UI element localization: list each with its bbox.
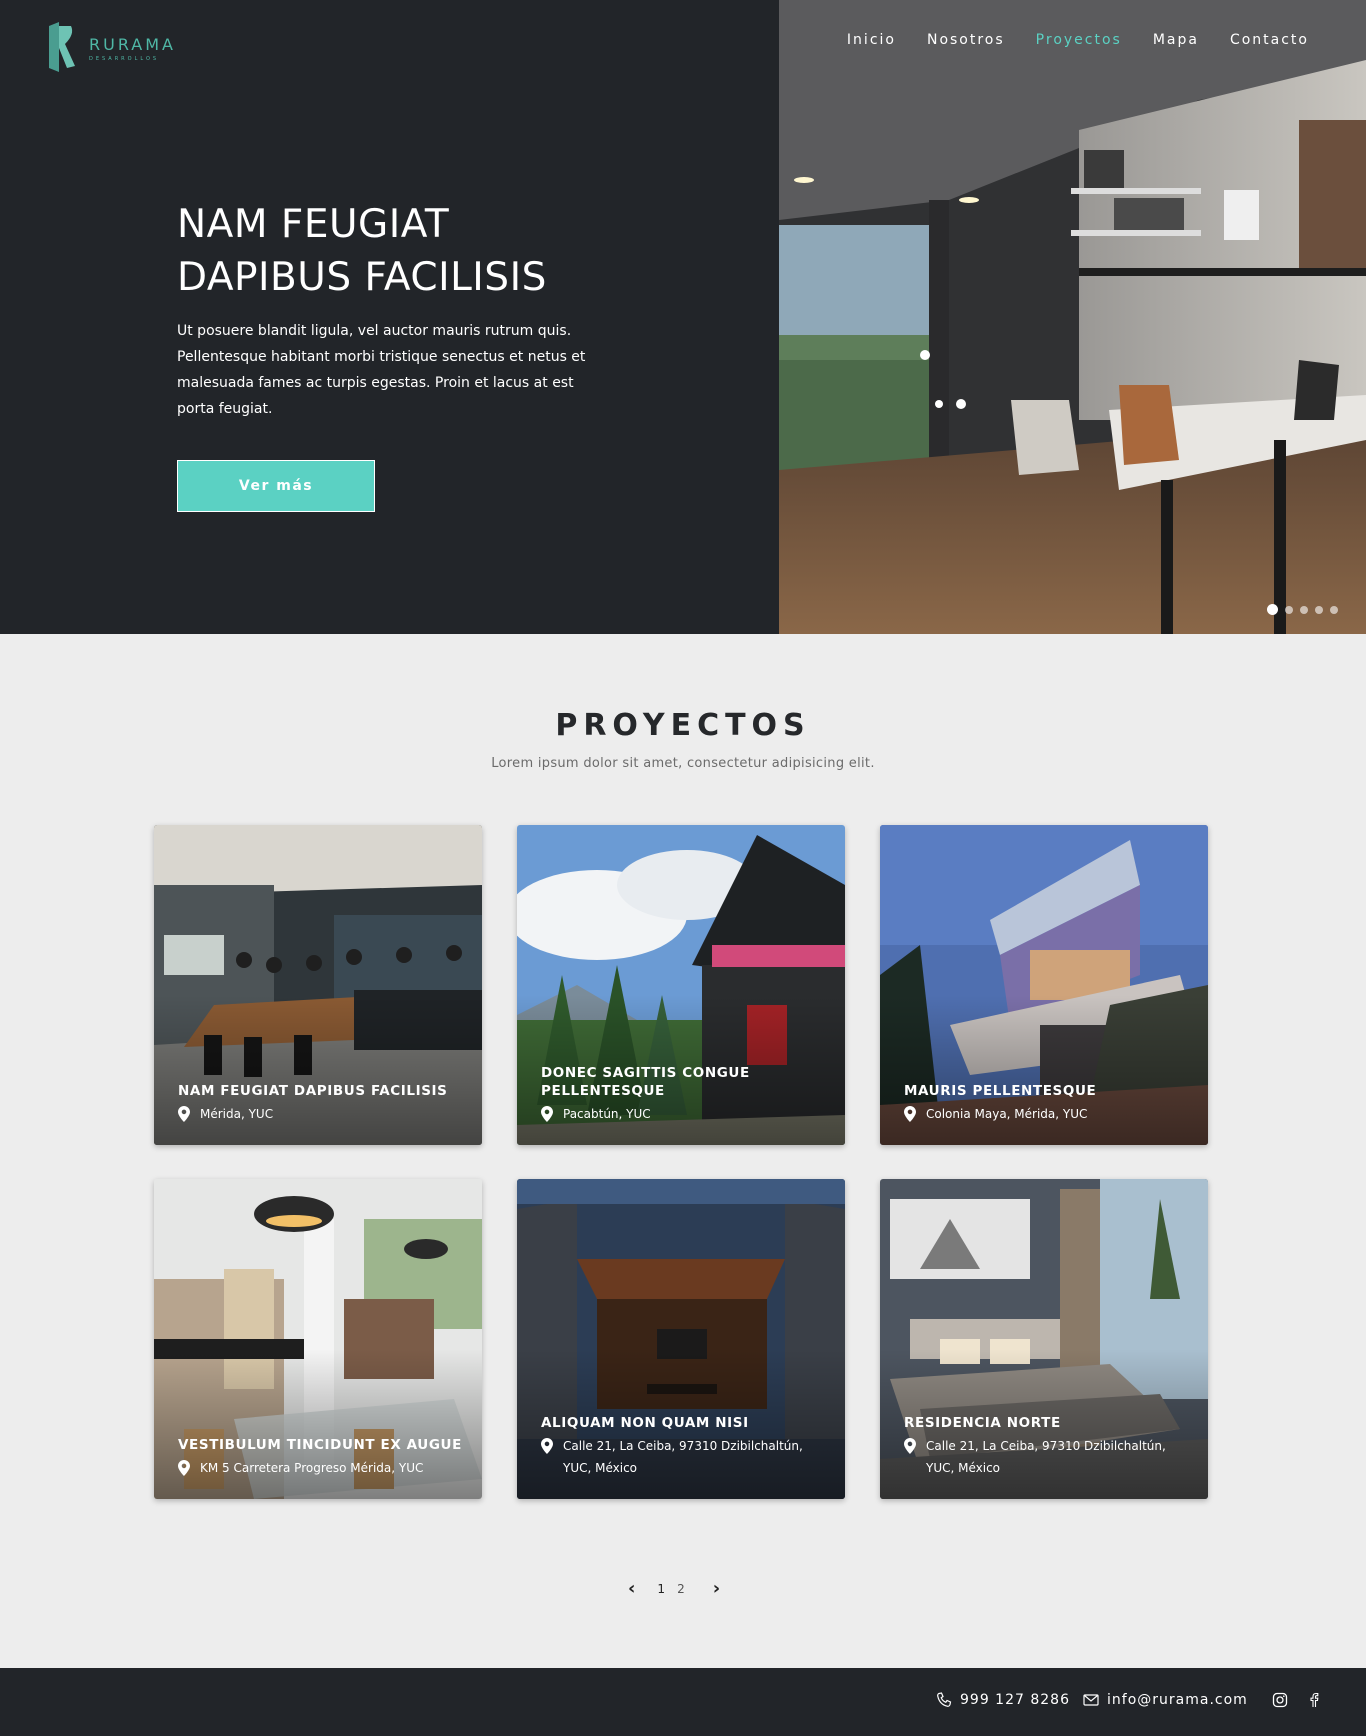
- footer: 999 127 8286 info@rurama.com: [0, 1668, 1366, 1736]
- phone-icon: [937, 1692, 952, 1707]
- project-card[interactable]: DONEC SAGITTIS CONGUE PELLENTESQUE Pacab…: [517, 825, 845, 1145]
- project-card[interactable]: NAM FEUGIAT DAPIBUS FACILISIS Mérida, YU…: [154, 825, 482, 1145]
- hero-section: RURAMA DESARROLLOS Inicio Nosotros Proye…: [0, 0, 1366, 634]
- card-location: Colonia Maya, Mérida, YUC: [904, 1103, 1188, 1125]
- card-title: RESIDENCIA NORTE: [904, 1415, 1061, 1431]
- card-location: Calle 21, La Ceiba, 97310 Dzibilchaltún,…: [904, 1435, 1188, 1479]
- card-info: VESTIBULUM TINCIDUNT EX AUGUE KM 5 Carre…: [178, 1436, 462, 1479]
- card-location-text: KM 5 Carretera Progreso Mérida, YUC: [200, 1461, 424, 1475]
- project-card[interactable]: VESTIBULUM TINCIDUNT EX AUGUE KM 5 Carre…: [154, 1179, 482, 1499]
- hero-panel: [0, 0, 779, 634]
- card-title: ALIQUAM NON QUAM NISI: [541, 1415, 749, 1431]
- slider-dot-1[interactable]: [1267, 604, 1278, 615]
- card-title: NAM FEUGIAT DAPIBUS FACILISIS: [178, 1083, 448, 1099]
- facebook-icon: [1310, 1692, 1319, 1707]
- nav-item-contacto[interactable]: Contacto: [1230, 32, 1309, 48]
- facebook-link[interactable]: [1306, 1692, 1330, 1708]
- hero-title-line-1: NAM FEUGIAT: [177, 202, 450, 247]
- ver-mas-button[interactable]: Ver más: [177, 460, 375, 512]
- nav-item-nosotros[interactable]: Nosotros: [927, 32, 1005, 48]
- hero-title-line-2: DAPIBUS FACILISIS: [177, 255, 547, 300]
- instagram-link[interactable]: [1272, 1692, 1296, 1708]
- nav-item-inicio[interactable]: Inicio: [847, 32, 896, 48]
- location-pin-icon: [541, 1106, 553, 1122]
- footer-email[interactable]: info@rurama.com: [1083, 1692, 1248, 1708]
- card-info: NAM FEUGIAT DAPIBUS FACILISIS Mérida, YU…: [178, 1082, 462, 1125]
- card-location-text: Pacabtún, YUC: [563, 1107, 651, 1121]
- location-pin-icon: [178, 1106, 190, 1122]
- footer-phone[interactable]: 999 127 8286: [936, 1692, 1070, 1708]
- page-1-link[interactable]: 1: [657, 1582, 665, 1596]
- card-info: DONEC SAGITTIS CONGUE PELLENTESQUE Pacab…: [541, 1064, 825, 1125]
- instagram-icon: [1272, 1692, 1288, 1708]
- section-subtitle: Lorem ipsum dolor sit amet, consectetur …: [491, 756, 875, 771]
- project-card[interactable]: MAURIS PELLENTESQUE Colonia Maya, Mérida…: [880, 825, 1208, 1145]
- hero-title: NAM FEUGIAT DAPIBUS FACILISIS: [177, 198, 697, 304]
- card-location-text: Mérida, YUC: [200, 1107, 274, 1121]
- footer-phone-text: 999 127 8286: [960, 1692, 1070, 1708]
- project-card[interactable]: ALIQUAM NON QUAM NISI Calle 21, La Ceiba…: [517, 1179, 845, 1499]
- main-nav: Inicio Nosotros Proyectos Mapa Contacto: [847, 32, 1309, 48]
- slider-dots: [1267, 604, 1338, 615]
- location-pin-icon: [904, 1106, 916, 1122]
- page-2-link[interactable]: 2: [677, 1582, 685, 1596]
- slider-dot-2[interactable]: [1285, 605, 1293, 614]
- brand-tagline: DESARROLLOS: [89, 55, 160, 62]
- card-info: MAURIS PELLENTESQUE Colonia Maya, Mérida…: [904, 1082, 1188, 1125]
- footer-email-text: info@rurama.com: [1107, 1692, 1248, 1708]
- card-title: DONEC SAGITTIS CONGUE PELLENTESQUE: [541, 1065, 750, 1099]
- section-title: PROYECTOS: [555, 708, 811, 743]
- prev-page-button[interactable]: ‹: [628, 1578, 635, 1599]
- card-info: ALIQUAM NON QUAM NISI Calle 21, La Ceiba…: [541, 1414, 825, 1479]
- pagination: ‹ 1 2 ›: [628, 1578, 720, 1599]
- next-page-button[interactable]: ›: [713, 1578, 720, 1599]
- slider-dot-3[interactable]: [1300, 605, 1308, 614]
- location-pin-icon: [178, 1460, 190, 1476]
- project-card[interactable]: RESIDENCIA NORTE Calle 21, La Ceiba, 973…: [880, 1179, 1208, 1499]
- card-location: Mérida, YUC: [178, 1103, 462, 1125]
- card-location: Calle 21, La Ceiba, 97310 Dzibilchaltún,…: [541, 1435, 825, 1479]
- brand-name: RURAMA: [89, 34, 176, 54]
- card-title: MAURIS PELLENTESQUE: [904, 1083, 1097, 1099]
- card-location: Pacabtún, YUC: [541, 1103, 825, 1125]
- card-location: KM 5 Carretera Progreso Mérida, YUC: [178, 1457, 462, 1479]
- nav-item-mapa[interactable]: Mapa: [1153, 32, 1199, 48]
- card-location-text: Calle 21, La Ceiba, 97310 Dzibilchaltún,…: [563, 1439, 803, 1475]
- location-pin-icon: [904, 1438, 916, 1454]
- mail-icon: [1083, 1694, 1099, 1706]
- location-pin-icon: [541, 1438, 553, 1454]
- card-location-text: Colonia Maya, Mérida, YUC: [926, 1107, 1088, 1121]
- brand-logo[interactable]: RURAMA DESARROLLOS: [47, 22, 176, 74]
- card-info: RESIDENCIA NORTE Calle 21, La Ceiba, 973…: [904, 1414, 1188, 1479]
- nav-item-proyectos[interactable]: Proyectos: [1036, 32, 1122, 48]
- card-location-text: Calle 21, La Ceiba, 97310 Dzibilchaltún,…: [926, 1439, 1166, 1475]
- slider-dot-5[interactable]: [1330, 605, 1338, 614]
- hero-description: Ut posuere blandit ligula, vel auctor ma…: [177, 323, 586, 417]
- office-interior-illustration: [779, 0, 1366, 634]
- logo-text: RURAMA DESARROLLOS: [89, 35, 176, 62]
- slider-dot-4[interactable]: [1315, 605, 1323, 614]
- hero-slide-image: [779, 0, 1366, 634]
- card-title: VESTIBULUM TINCIDUNT EX AUGUE: [178, 1437, 462, 1453]
- logo-icon: [49, 22, 75, 72]
